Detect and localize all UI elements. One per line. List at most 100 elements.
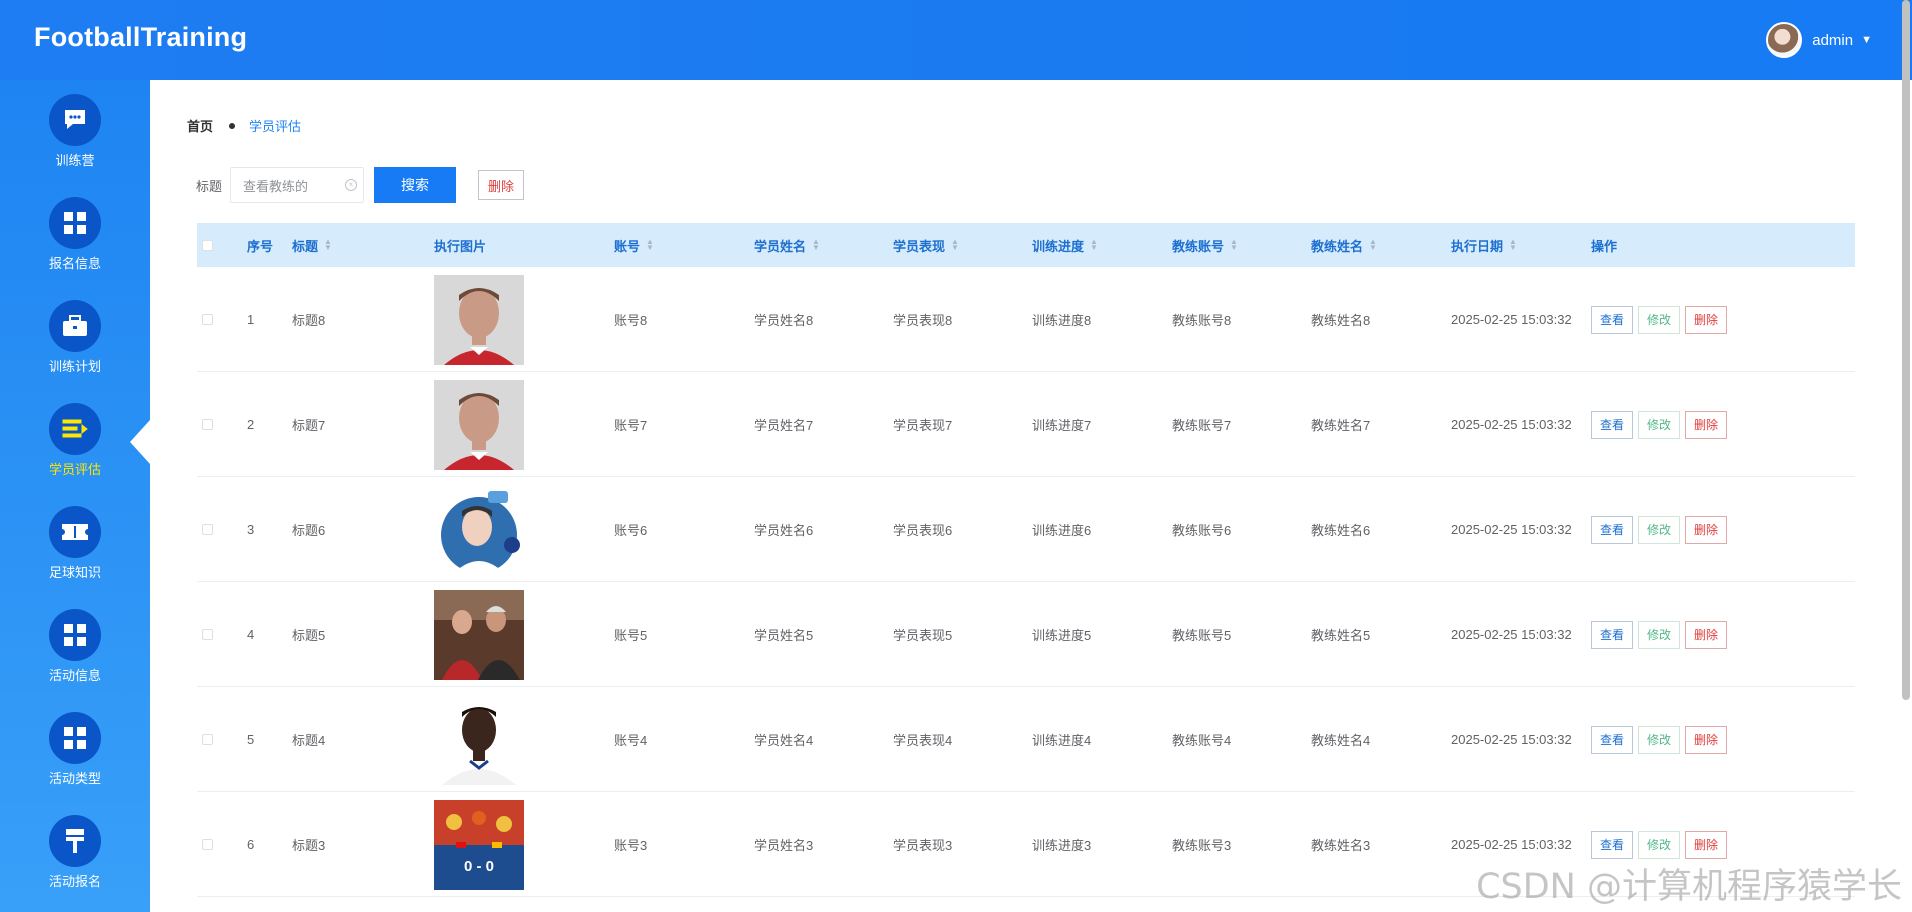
- sidebar-item-activity-info[interactable]: 活动信息: [0, 595, 150, 698]
- scoreboard-text: 0 - 0: [463, 857, 494, 875]
- sidebar-item-camp[interactable]: 训练营: [0, 80, 150, 183]
- active-indicator: [130, 420, 150, 464]
- sort-icon: ▲ ▼: [324, 237, 332, 252]
- user-menu[interactable]: admin ▼: [1766, 22, 1872, 58]
- sidebar-item-evaluation[interactable]: 学员评估: [0, 389, 150, 492]
- sidebar-item-training-plan[interactable]: 训练计划: [0, 286, 150, 389]
- row-photo[interactable]: [434, 589, 524, 680]
- row-date: 2025-02-25 15:03:32: [1451, 837, 1572, 852]
- col-coach-name[interactable]: 教练姓名 ▲ ▼: [1311, 223, 1377, 267]
- breadcrumb: 首页 学员评估: [187, 116, 301, 135]
- delete-button[interactable]: 删除: [1685, 725, 1728, 754]
- breadcrumb-separator: [229, 122, 236, 129]
- edit-button[interactable]: 修改: [1638, 830, 1681, 859]
- delete-button[interactable]: 删除: [1685, 620, 1728, 649]
- row-index: 2: [247, 417, 255, 432]
- row-photo[interactable]: [434, 484, 524, 575]
- view-button[interactable]: 查看: [1591, 620, 1634, 649]
- sidebar-item-activity-signup[interactable]: 活动报名: [0, 801, 150, 904]
- table-row: 2 标题7 账号7 学员姓名7 学员表现7 训练进度7 教练账号7 教练姓名7 2025-02-…: [197, 372, 1855, 477]
- row-coach-name: 教练姓名3: [1311, 838, 1371, 853]
- row-progress: 训练进度6: [1032, 523, 1092, 538]
- view-button[interactable]: 查看: [1591, 410, 1634, 439]
- row-checkbox[interactable]: [202, 419, 213, 430]
- row-performance: 学员表现8: [893, 313, 953, 328]
- col-student-name[interactable]: 学员姓名 ▲ ▼: [754, 223, 820, 267]
- sort-icon: ▲ ▼: [1369, 237, 1377, 252]
- col-title[interactable]: 标题 ▲ ▼: [292, 223, 332, 267]
- row-account: 账号3: [614, 838, 648, 853]
- username[interactable]: admin: [1812, 32, 1853, 49]
- sidebar: 训练营 报名信息 训练计划 学员评估 足球知识 活动信息 活动类型 活动报名: [0, 80, 150, 912]
- row-student-name: 学员姓名8: [754, 313, 814, 328]
- edit-button[interactable]: 修改: [1638, 410, 1681, 439]
- table-row: 4 标题5 账号5 学员姓名5 学员表现5 训练进度5 教练账号5 教练姓名5 2025-02-…: [197, 582, 1855, 687]
- col-account[interactable]: 账号 ▲ ▼: [614, 223, 654, 267]
- table-row: 5 标题4 账号4 学员姓名4 学员表现4 训练进度4 教练账号4 教练姓名4 2025-02-…: [197, 687, 1855, 792]
- breadcrumb-home[interactable]: 首页: [187, 116, 213, 135]
- search-input-value[interactable]: 查看教练的: [243, 176, 308, 195]
- search-input[interactable]: 查看教练的 ×: [230, 167, 365, 203]
- row-photo[interactable]: [434, 379, 524, 470]
- row-checkbox[interactable]: [202, 734, 213, 745]
- row-checkbox[interactable]: [202, 839, 213, 850]
- delete-button[interactable]: 删除: [1685, 515, 1728, 544]
- sidebar-item-label: 报名信息: [48, 256, 101, 271]
- view-button[interactable]: 查看: [1591, 830, 1634, 859]
- row-photo[interactable]: [434, 274, 524, 365]
- page-scrollbar[interactable]: [1902, 0, 1910, 700]
- select-all-checkbox[interactable]: [202, 223, 213, 267]
- col-performance[interactable]: 学员表现 ▲ ▼: [893, 223, 959, 267]
- row-coach-account: 教练账号8: [1172, 313, 1232, 328]
- delete-button[interactable]: 删除: [1685, 410, 1728, 439]
- row-checkbox[interactable]: [202, 524, 213, 535]
- row-date: 2025-02-25 15:03:32: [1451, 312, 1572, 327]
- row-student-name: 学员姓名6: [754, 523, 814, 538]
- row-photo[interactable]: 0 - 0: [434, 799, 524, 890]
- row-progress: 训练进度3: [1032, 838, 1092, 853]
- sidebar-item-activity-type[interactable]: 活动类型: [0, 698, 150, 801]
- edit-button[interactable]: 修改: [1638, 725, 1681, 754]
- row-coach-name: 教练姓名5: [1311, 628, 1371, 643]
- col-date[interactable]: 执行日期 ▲ ▼: [1451, 223, 1517, 267]
- row-coach-account: 教练账号6: [1172, 523, 1232, 538]
- row-coach-account: 教练账号5: [1172, 628, 1232, 643]
- clear-icon[interactable]: ×: [345, 179, 358, 191]
- row-coach-account: 教练账号7: [1172, 418, 1232, 433]
- edit-button[interactable]: 修改: [1638, 515, 1681, 544]
- edit-button[interactable]: 修改: [1638, 620, 1681, 649]
- row-account: 账号5: [614, 628, 648, 643]
- row-title: 标题8: [292, 313, 326, 328]
- row-actions: 查看 修改 删除: [1591, 410, 1732, 439]
- row-student-name: 学员姓名5: [754, 628, 814, 643]
- row-index: 6: [247, 837, 255, 852]
- col-progress[interactable]: 训练进度 ▲ ▼: [1032, 223, 1098, 267]
- col-coach-account[interactable]: 教练账号 ▲ ▼: [1172, 223, 1238, 267]
- delete-button[interactable]: 删除: [1685, 305, 1728, 334]
- delete-button[interactable]: 删除: [1685, 830, 1728, 859]
- view-button[interactable]: 查看: [1591, 305, 1634, 334]
- row-photo[interactable]: [434, 694, 524, 785]
- view-button[interactable]: 查看: [1591, 515, 1634, 544]
- sidebar-item-label: 活动报名: [48, 874, 101, 889]
- row-checkbox[interactable]: [202, 314, 213, 325]
- grid-icon: [49, 609, 101, 661]
- row-title: 标题5: [292, 628, 326, 643]
- view-button[interactable]: 查看: [1591, 725, 1634, 754]
- sort-icon: ▲ ▼: [951, 237, 959, 252]
- edit-button[interactable]: 修改: [1638, 305, 1681, 334]
- sidebar-item-registration[interactable]: 报名信息: [0, 183, 150, 286]
- search-button[interactable]: 搜索: [374, 167, 457, 203]
- sidebar-item-label: 训练计划: [48, 359, 101, 374]
- pin-icon: [49, 815, 101, 867]
- search-bar: 标题 查看教练的 × 搜索 删除: [196, 167, 525, 203]
- chevron-down-icon[interactable]: ▼: [1861, 34, 1872, 46]
- breadcrumb-current: 学员评估: [249, 119, 302, 134]
- sidebar-item-football-knowledge[interactable]: 足球知识: [0, 492, 150, 595]
- avatar[interactable]: [1766, 22, 1803, 58]
- row-checkbox[interactable]: [202, 629, 213, 640]
- row-title: 标题6: [292, 523, 326, 538]
- grid-icon: [49, 712, 101, 764]
- row-progress: 训练进度7: [1032, 418, 1092, 433]
- batch-delete-button[interactable]: 删除: [478, 170, 525, 200]
